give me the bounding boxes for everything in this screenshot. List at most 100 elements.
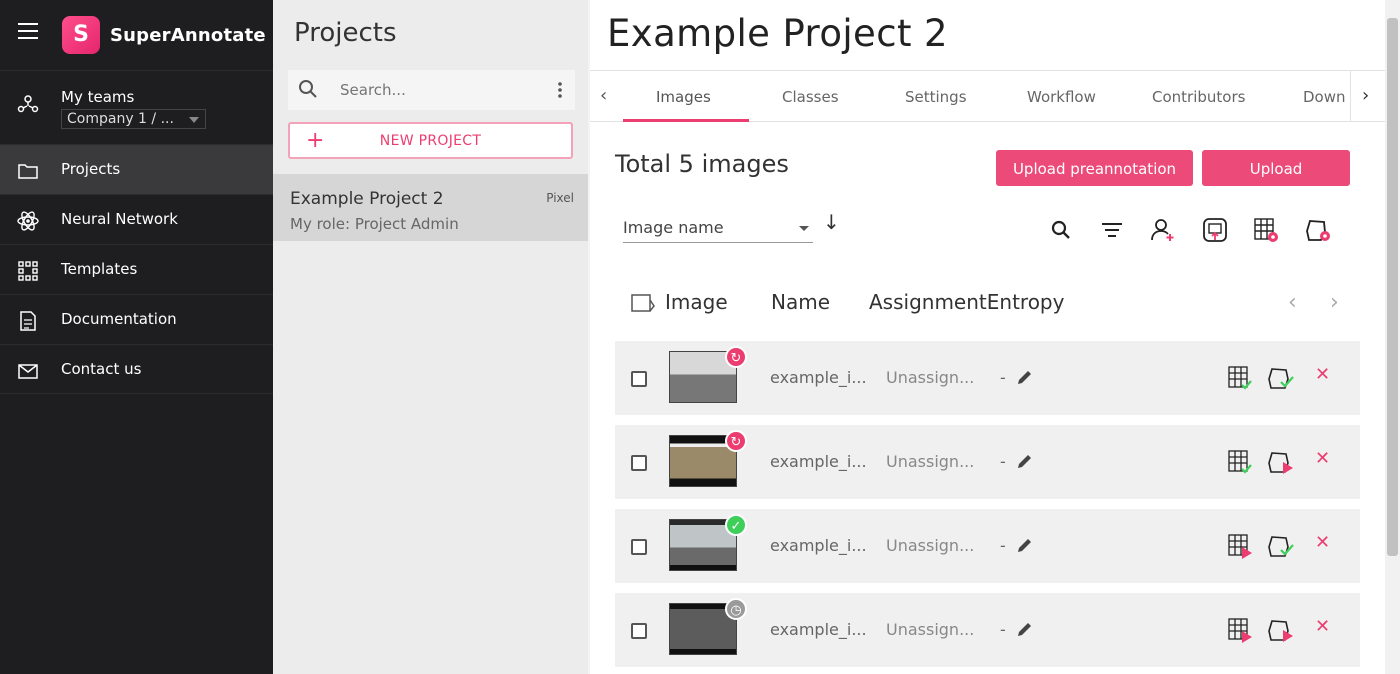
row-checkbox[interactable] [631, 371, 647, 387]
status-completed-icon: ✓ [725, 514, 747, 536]
sidebar-item-label: Documentation [61, 310, 177, 328]
sort-select[interactable]: Image name [623, 213, 813, 243]
image-name[interactable]: example_i... [770, 620, 867, 639]
annotate-play-icon[interactable] [1227, 533, 1253, 559]
annotated-grid-icon[interactable] [1227, 449, 1253, 475]
sidebar-header: S SuperAnnotate [0, 0, 273, 70]
active-tab-indicator [623, 119, 749, 122]
image-column-icon [631, 294, 655, 312]
sidebar-item-neural-network[interactable]: Neural Network [0, 194, 273, 244]
search-input[interactable] [338, 80, 538, 100]
tab-images[interactable]: Images [656, 88, 711, 106]
column-header-assignment-entropy[interactable]: AssignmentEntropy [869, 290, 1064, 314]
more-vertical-icon[interactable] [554, 80, 566, 100]
sidebar-item-label: Neural Network [61, 210, 178, 228]
project-name: Example Project 2 [290, 189, 444, 209]
brand-name: SuperAnnotate [110, 25, 266, 46]
projects-title: Projects [294, 18, 397, 48]
chevron-right-icon[interactable]: › [1362, 85, 1369, 106]
project-tabs: ‹ Images Classes Settings Workflow Contr… [590, 70, 1385, 122]
document-icon [20, 311, 36, 331]
qa-play-icon[interactable] [1267, 449, 1295, 475]
status-not-started-icon: ◷ [725, 598, 747, 620]
tab-contributors[interactable]: Contributors [1152, 88, 1245, 106]
row-checkbox[interactable] [631, 539, 647, 555]
pencil-icon[interactable] [1015, 619, 1035, 639]
column-header-image[interactable]: Image [665, 290, 728, 314]
delete-icon[interactable]: ✕ [1315, 364, 1330, 385]
sidebar-item-contact[interactable]: Contact us [0, 344, 273, 394]
sidebar-item-label: Contact us [61, 360, 142, 378]
grid-dots-icon [18, 261, 38, 281]
project-main: Example Project 2 ‹ Images Classes Setti… [590, 0, 1385, 674]
entropy-value: - [1000, 368, 1006, 387]
annotate-play-icon[interactable] [1227, 617, 1253, 643]
image-name[interactable]: example_i... [770, 536, 867, 555]
sidebar-item-documentation[interactable]: Documentation [0, 294, 273, 344]
assignment: Unassign... [886, 368, 975, 387]
qa-play-icon[interactable] [1267, 617, 1295, 643]
image-name[interactable]: example_i... [770, 368, 867, 387]
tab-workflow[interactable]: Workflow [1027, 88, 1096, 106]
sidebar-item-teams[interactable] [0, 70, 273, 144]
team-selector-value: Company 1 / ... [67, 111, 174, 127]
atom-icon [17, 211, 39, 231]
team-icon [17, 95, 39, 113]
delete-icon[interactable]: ✕ [1315, 616, 1330, 637]
new-project-button[interactable]: + NEW PROJECT [288, 122, 573, 159]
qa-complete-icon[interactable] [1267, 365, 1295, 391]
delete-icon[interactable]: ✕ [1315, 532, 1330, 553]
annotate-settings-icon[interactable] [1252, 216, 1280, 244]
table-row[interactable]: ↻ example_i... Unassign... - ✕ [615, 341, 1360, 415]
table-row[interactable]: ↻ example_i... Unassign... - ✕ [615, 425, 1360, 499]
sidebar-item-label: Templates [61, 260, 138, 278]
project-list-item[interactable]: Example Project 2 Pixel My role: Project… [273, 174, 588, 241]
delete-icon[interactable]: ✕ [1315, 448, 1330, 469]
upload-preannotation-button[interactable]: Upload preannotation [996, 150, 1193, 186]
project-role: My role: Project Admin [290, 215, 459, 233]
tab-settings[interactable]: Settings [905, 88, 967, 106]
qa-complete-icon[interactable] [1267, 533, 1295, 559]
search-icon[interactable] [1047, 216, 1075, 244]
scrollbar-thumb[interactable] [1387, 18, 1398, 556]
sidebar-item-templates[interactable]: Templates [0, 244, 273, 294]
chevron-down-icon [799, 226, 809, 231]
chevron-down-icon [189, 117, 199, 123]
scrollbar[interactable] [1385, 0, 1400, 674]
team-selector[interactable]: Company 1 / ... [61, 109, 206, 129]
status-returned-icon: ↻ [725, 346, 747, 368]
new-project-label: NEW PROJECT [379, 133, 482, 149]
annotated-grid-icon[interactable] [1227, 365, 1253, 391]
project-search [288, 70, 575, 110]
assign-user-icon[interactable] [1149, 216, 1177, 244]
pencil-icon[interactable] [1015, 535, 1035, 555]
tab-download[interactable]: Down [1303, 88, 1346, 106]
tab-classes[interactable]: Classes [782, 88, 839, 106]
search-icon [299, 80, 317, 98]
pencil-icon[interactable] [1015, 367, 1035, 387]
folder-icon [18, 164, 38, 179]
pencil-icon[interactable] [1015, 451, 1035, 471]
row-checkbox[interactable] [631, 623, 647, 639]
polygon-settings-icon[interactable] [1304, 216, 1332, 244]
row-checkbox[interactable] [631, 455, 647, 471]
column-header-name[interactable]: Name [771, 290, 830, 314]
hamburger-menu-icon[interactable] [18, 23, 38, 39]
image-name[interactable]: example_i... [770, 452, 867, 471]
assignment: Unassign... [886, 620, 975, 639]
chevron-left-icon[interactable]: ‹ [600, 85, 607, 106]
chevron-left-icon[interactable]: ‹ [1288, 290, 1297, 315]
chevron-right-icon[interactable]: › [1330, 290, 1339, 315]
upload-button[interactable]: Upload [1202, 150, 1350, 186]
table-row[interactable]: ◷ example_i... Unassign... - ✕ [615, 593, 1360, 667]
sidebar-item-projects[interactable]: Projects [0, 144, 273, 194]
entropy-value: - [1000, 452, 1006, 471]
entropy-value: - [1000, 620, 1006, 639]
teams-label: My teams [61, 88, 135, 106]
filter-icon[interactable] [1098, 216, 1126, 244]
sort-direction-icon[interactable]: ↓ [823, 210, 840, 234]
page-title: Example Project 2 [607, 12, 948, 55]
upload-image-icon[interactable] [1201, 216, 1229, 244]
assignment: Unassign... [886, 452, 975, 471]
table-row[interactable]: ✓ example_i... Unassign... - ✕ [615, 509, 1360, 583]
